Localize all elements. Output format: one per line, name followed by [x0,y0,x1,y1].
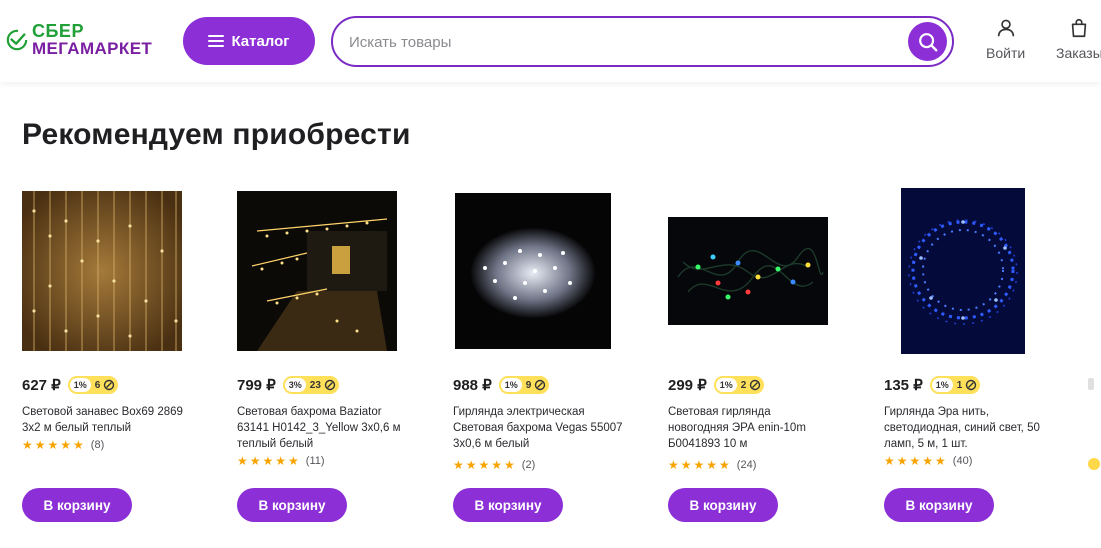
star-rating-icon: ★★★★★ [668,458,732,472]
product-card-partial [1088,182,1101,542]
logo-text-megamarket: МЕГАМАРКЕТ [32,39,153,58]
login-button[interactable]: Войти [986,17,1025,61]
login-label: Войти [986,45,1026,61]
bonus-points: 6 [94,379,101,391]
bonus-percent: 1% [931,378,953,392]
add-to-cart-button[interactable]: В корзину [668,488,778,522]
product-card: 135 ₽ 1% 1 Гирлянда Эра нить, светодиодн… [884,182,1074,542]
review-count[interactable]: (11) [306,455,325,467]
bonus-percent: 1% [715,378,737,392]
product-card: 299 ₽ 1% 2 Световая гирлянда новогодняя … [668,182,858,542]
star-rating-icon: ★★★★★ [453,458,517,472]
bonus-coin-icon [750,379,761,391]
sber-logo-icon [6,29,28,51]
add-to-cart-button[interactable]: В корзину [237,488,347,522]
product-rating: ★★★★★ (8) [22,438,104,452]
partial-badge-fragment [1088,458,1100,470]
review-count[interactable]: (2) [522,459,535,471]
section-title: Рекомендуем приобрести [22,118,411,151]
product-image[interactable] [22,191,182,351]
product-image[interactable] [455,193,611,349]
sber-megamarket-logo[interactable]: СБЕР МЕГАМАРКЕТ [6,20,171,60]
search-button[interactable] [908,22,947,61]
star-rating-icon: ★★★★★ [22,438,86,452]
bonus-badge: 1% 1 [929,376,981,394]
product-price: 135 ₽ [884,377,923,394]
product-price: 299 ₽ [668,377,707,394]
review-count[interactable]: (40) [953,455,973,467]
product-price: 627 ₽ [22,377,61,394]
add-to-cart-button[interactable]: В корзину [22,488,132,522]
product-card: 627 ₽ 1% 6 Световой занавес Box69 2869 3… [22,182,212,542]
bonus-percent: 1% [69,378,91,392]
partial-price-fragment [1088,378,1094,390]
orders-button[interactable]: Заказы [1056,17,1101,61]
search-icon [918,32,937,51]
bonus-points: 9 [525,379,532,391]
menu-icon [208,35,225,47]
bonus-points: 1 [956,379,963,391]
top-header: СБЕР МЕГАМАРКЕТ Каталог Войти Заказы [0,0,1101,82]
product-price: 799 ₽ [237,377,276,394]
bonus-badge: 1% 9 [498,376,550,394]
bonus-badge: 1% 6 [67,376,119,394]
product-name[interactable]: Световая бахрома Baziator 63141 H0142_3_… [237,404,402,452]
product-rating: ★★★★★ (11) [237,454,325,468]
product-name[interactable]: Гирлянда электрическая Световая бахрома … [453,404,623,452]
bonus-badge: 3% 23 [282,376,339,394]
product-card: 988 ₽ 1% 9 Гирлянда электрическая Светов… [453,182,643,542]
product-rating: ★★★★★ (40) [884,454,972,468]
user-icon [997,19,1014,37]
review-count[interactable]: (8) [91,439,104,451]
search-bar [331,16,954,67]
star-rating-icon: ★★★★★ [884,454,948,468]
product-image[interactable] [237,191,397,351]
catalog-button-label: Каталог [231,32,290,50]
bonus-coin-icon [104,379,115,391]
orders-label: Заказы [1056,45,1101,61]
bonus-points: 2 [740,379,747,391]
star-rating-icon: ★★★★★ [237,454,301,468]
bag-icon [1072,18,1087,38]
bonus-percent: 1% [500,378,522,392]
product-name[interactable]: Световая гирлянда новогодняя ЭРА enin-10… [668,404,828,452]
product-image[interactable] [901,188,1025,354]
add-to-cart-button[interactable]: В корзину [453,488,563,522]
logo-text-sber: СБЕР [32,21,84,41]
product-image[interactable] [668,217,828,325]
bonus-coin-icon [966,379,977,391]
bonus-badge: 1% 2 [713,376,765,394]
product-card: 799 ₽ 3% 23 Световая бахрома Baziator 63… [237,182,427,542]
add-to-cart-button[interactable]: В корзину [884,488,994,522]
review-count[interactable]: (24) [737,459,757,471]
product-rating: ★★★★★ (24) [668,458,756,472]
bonus-percent: 3% [284,378,306,392]
product-rating: ★★★★★ (2) [453,458,535,472]
search-input[interactable] [349,28,904,56]
product-name[interactable]: Световой занавес Box69 2869 3x2 м белый … [22,404,197,436]
bonus-points: 23 [309,379,321,391]
bonus-coin-icon [535,379,546,391]
catalog-button[interactable]: Каталог [183,17,315,65]
product-price: 988 ₽ [453,377,492,394]
product-name[interactable]: Гирлянда Эра нить, светодиодная, синий с… [884,404,1049,452]
bonus-coin-icon [324,379,336,391]
